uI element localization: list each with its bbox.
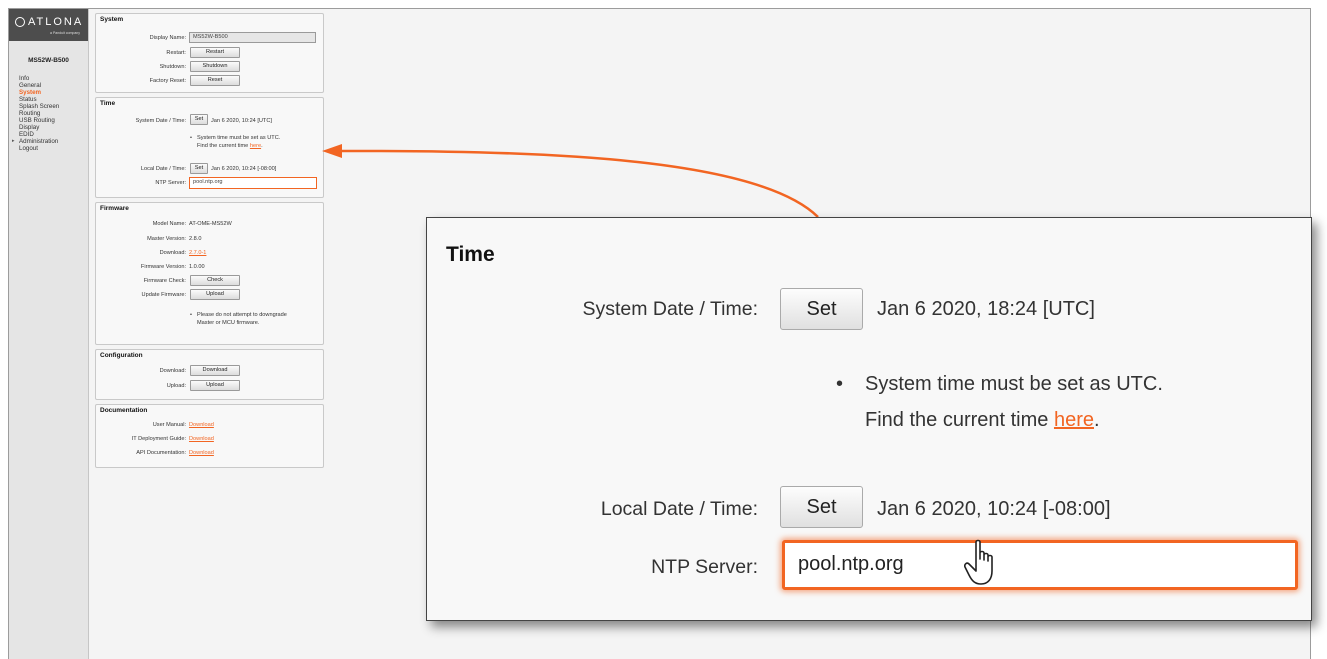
zoom-local-date-time-label: Local Date / Time:: [600, 498, 758, 520]
zoom-local-date-time-value: Jan 6 2020, 10:24 [-08:00]: [877, 498, 1111, 520]
zoom-ntp-server-input[interactable]: pool.ntp.org: [782, 540, 1298, 590]
zoom-callout: Time System Date / Time: Set Jan 6 2020,…: [426, 217, 1312, 621]
zoom-current-time-link[interactable]: here: [1054, 409, 1094, 431]
zoom-system-date-time-value: Jan 6 2020, 18:24 [UTC]: [877, 298, 1095, 320]
zoom-system-date-time-label: System Date / Time:: [582, 298, 758, 320]
zoom-set-local-time-button[interactable]: Set: [780, 486, 863, 528]
hand-pointer-icon: [964, 539, 993, 585]
zoom-title: Time: [446, 243, 495, 266]
zoom-utc-note: • System time must be set as UTC. Find th…: [836, 373, 1163, 431]
zoom-ntp-server-label: NTP Server:: [651, 556, 758, 578]
zoom-set-system-time-button[interactable]: Set: [780, 288, 863, 330]
